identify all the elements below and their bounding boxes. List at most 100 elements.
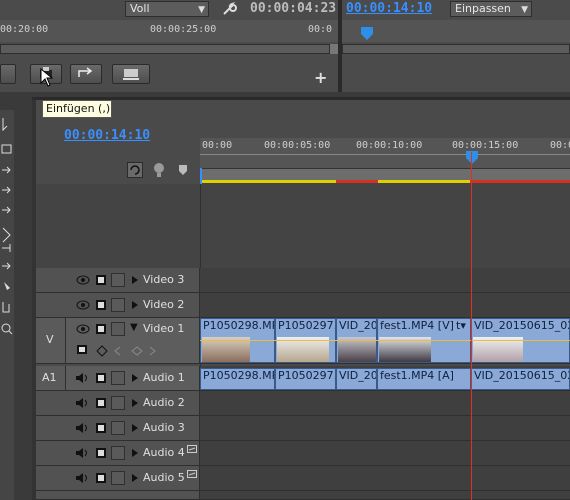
track-lock-toggle[interactable] [111,371,125,385]
clip-label: P1050297.M [278,319,335,332]
program-scrollbar[interactable] [342,44,570,54]
audio-clip[interactable]: P1050297.M [275,368,336,390]
program-zoom-value: Einpassen [455,2,511,15]
add-button[interactable]: + [314,68,327,87]
overwrite-button[interactable] [70,64,102,84]
track-header-audio-3[interactable]: Audio 3 [36,416,200,441]
track-header-video-3[interactable]: Video 3 [36,268,200,293]
timeline-timecode[interactable]: 00:00:14:10 [64,128,150,143]
keyframe-nav-icon[interactable] [112,345,162,357]
program-ruler[interactable] [342,20,570,42]
source-timecode[interactable]: 00:00:04:23 [250,1,336,16]
speaker-icon[interactable] [75,397,91,409]
expand-track-icon[interactable] [132,301,138,309]
opacity-rubberband[interactable] [200,340,570,341]
eye-icon[interactable] [76,323,90,335]
track-header-video-2[interactable]: Video 2 [36,293,200,318]
track-lock-toggle[interactable] [111,471,125,485]
tools-icons[interactable] [0,110,14,350]
timeline-ruler-label: 00:0 [550,140,570,151]
film-icon[interactable] [94,299,108,311]
link-markers-icon[interactable] [152,162,166,178]
snap-icon[interactable] [127,162,143,178]
track-audio-3[interactable] [200,416,570,441]
source-scrollbar[interactable] [0,44,330,54]
tools-panel [0,110,14,500]
track-lock-toggle[interactable] [111,298,125,312]
lift-button[interactable] [112,64,150,84]
display-style-icon[interactable] [76,344,90,356]
source-patch-label: V [46,333,54,346]
expand-track-icon[interactable] [132,399,138,407]
expand-track-icon[interactable] [132,374,138,382]
expand-track-icon[interactable] [132,276,138,284]
in-point-marker[interactable] [200,168,202,184]
film-icon[interactable] [94,397,108,409]
render-bar-red [470,180,570,183]
track-header-audio-5[interactable]: Audio 5 [36,466,200,491]
scroll-handle[interactable] [330,44,338,54]
track-header-audio-4[interactable]: Audio 4 [36,441,200,466]
insert-clip-button[interactable] [0,64,16,84]
clip-label: fest1.MP4 [A] [380,369,454,382]
source-zoom-select[interactable]: Voll ▼ [125,1,209,17]
track-video-3[interactable] [200,268,570,293]
audio-clip[interactable]: VID_20 [336,368,377,390]
program-timecode[interactable]: 00:00:14:10 [346,1,432,16]
source-ruler-label: 00:00:25:00 [150,24,217,35]
track-audio-2[interactable] [200,391,570,416]
expand-track-icon[interactable] [132,424,138,432]
timeline-ruler-label: 00:00:15:00 [452,140,519,151]
empty-track-area [36,184,570,268]
expand-track-icon[interactable] [132,474,138,482]
source-patch-a1[interactable]: A1 [36,366,66,391]
clip-label: VID_20 [339,319,377,332]
track-name: Audio 1 [143,371,185,384]
expand-track-icon[interactable] [132,449,138,457]
audio-clip[interactable]: VID_20150615_021 [471,368,570,390]
track-audio-4[interactable] [200,441,570,466]
film-icon[interactable] [94,323,108,335]
clip-label: VID_20150615_021 [474,369,569,382]
timeline-ruler[interactable]: 00:00 00:00:05:00 00:00:10:00 00:00:15:0… [200,138,570,168]
eye-icon[interactable] [76,274,90,286]
playhead-line[interactable] [471,152,472,500]
keyframe-icon[interactable] [96,345,108,357]
source-ruler-label: 00:20:00 [0,24,49,35]
track-name: Video 1 [143,322,185,335]
source-patch-v[interactable]: V [36,318,66,364]
ruler-tick-line [200,154,570,155]
track-lock-toggle[interactable] [111,396,125,410]
source-ruler[interactable]: 00:20:00 00:00:25:00 00:0 [0,20,338,42]
film-icon[interactable] [94,372,108,384]
playhead-marker-icon[interactable] [465,150,479,166]
film-icon[interactable] [94,472,108,484]
playhead-marker-icon[interactable] [360,26,374,42]
track-lock-toggle[interactable] [111,421,125,435]
track-lock-toggle[interactable] [111,273,125,287]
wrench-icon[interactable] [221,2,237,16]
speaker-icon[interactable] [75,422,91,434]
track-video-2[interactable] [200,293,570,318]
audio-clip[interactable]: fest1.MP4 [A] [377,368,471,390]
track-audio-5[interactable] [200,466,570,491]
collapse-track-icon[interactable]: ▼ [130,322,138,333]
eye-icon[interactable] [76,299,90,311]
track-lock-toggle[interactable] [111,322,125,336]
film-icon[interactable] [94,447,108,459]
film-icon[interactable] [94,422,108,434]
speaker-icon[interactable] [75,447,91,459]
marker-icon[interactable] [178,164,188,176]
program-zoom-select[interactable]: Einpassen ▼ [450,1,532,17]
track-header-audio-2[interactable]: Audio 2 [36,391,200,416]
track-header-video-1[interactable]: ▼ Video 1 [66,318,200,364]
work-area-bar[interactable] [200,168,570,180]
source-monitor-panel: Voll ▼ 00:00:04:23 00:20:00 00:00:25:00 … [0,0,338,92]
audio-clip[interactable]: P1050298.MP4 [200,368,275,390]
track-lock-toggle[interactable] [111,446,125,460]
fx-badge[interactable]: t▾ [456,319,466,332]
track-header-audio-1[interactable]: Audio 1 [66,366,200,391]
speaker-icon[interactable] [75,472,91,484]
film-icon[interactable] [94,274,108,286]
speaker-icon[interactable] [75,372,91,384]
